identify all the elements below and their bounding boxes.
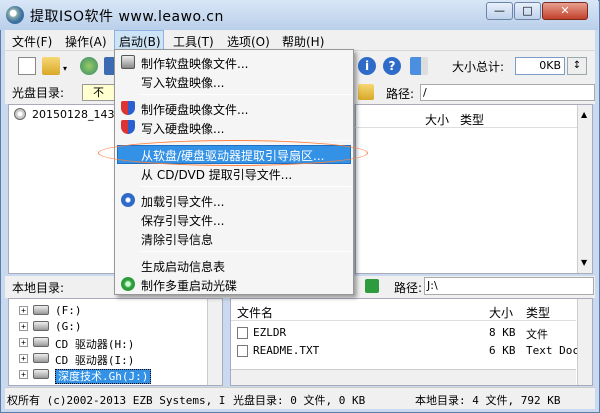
menu-item-write-hdd-image[interactable]: 写入硬盘映像... (141, 120, 224, 137)
menu-item-write-floppy-image[interactable]: 写入软盘映像... (141, 74, 224, 91)
disc-status: 光盘目录: 0 文件, 0 KB (233, 394, 366, 407)
expand-icon[interactable]: + (19, 306, 28, 315)
menu-separator (141, 94, 351, 95)
menu-separator (141, 251, 351, 252)
maximize-button[interactable]: □ (514, 2, 541, 20)
dropdown-arrow-icon[interactable]: ▾ (63, 64, 67, 73)
cd-icon (14, 108, 26, 120)
multiboot-disc-icon (121, 277, 135, 291)
local-path-label: 路径: (394, 281, 423, 295)
local-path-field[interactable]: J:\ (424, 277, 594, 295)
scroll-down-icon[interactable]: ▼ (581, 258, 587, 267)
tree-item[interactable]: + CD 驱动器(H:) (19, 336, 134, 352)
local-tree-scrollbar[interactable] (207, 299, 222, 385)
local-list-vscrollbar[interactable] (577, 299, 592, 385)
total-size-value: 0KB (515, 57, 565, 75)
menu-action[interactable]: 操作(A) (65, 33, 107, 50)
column-size[interactable]: 大小 (489, 304, 513, 321)
expand-icon[interactable]: + (19, 322, 28, 331)
copyright-text: 权所有 (c)2002-2013 EZB Systems, I (7, 394, 226, 407)
floppy-icon (121, 55, 135, 69)
expand-icon[interactable]: + (19, 338, 28, 347)
window-title: 提取ISO软件 www.leawo.cn (30, 9, 224, 25)
menu-item-make-hdd-image[interactable]: 制作硬盘映像文件... (141, 101, 248, 118)
shield-icon (121, 120, 135, 134)
close-button[interactable]: ✕ (542, 2, 588, 20)
local-list-header (231, 299, 576, 321)
scroll-up-icon[interactable]: ▲ (581, 110, 587, 119)
status-bar: 权所有 (c)2002-2013 EZB Systems, I 光盘目录: 0 … (5, 387, 595, 409)
expand-icon[interactable]: + (19, 370, 28, 379)
menu-tools[interactable]: 工具(T) (173, 33, 214, 50)
refresh-icon[interactable] (365, 279, 379, 293)
disc-tree[interactable] (8, 104, 118, 274)
extract-icon[interactable] (80, 57, 98, 75)
file-type: 文件 (526, 328, 548, 341)
menu-file[interactable]: 文件(F) (12, 33, 52, 50)
expand-icon[interactable]: + (19, 354, 28, 363)
text-file-icon (237, 345, 248, 357)
menu-help[interactable]: 帮助(H) (282, 33, 324, 50)
tree-item[interactable]: + (G:) (19, 320, 82, 333)
exit-icon[interactable] (410, 57, 428, 75)
menu-item-load-boot-file[interactable]: 加载引导文件... (141, 193, 224, 210)
disc-tree-item[interactable]: 20150128_1430 (32, 108, 121, 121)
menu-item-clear-boot-info[interactable]: 清除引导信息 (141, 231, 213, 248)
menu-item-save-boot-file[interactable]: 保存引导文件... (141, 212, 224, 229)
column-type[interactable]: 类型 (526, 304, 550, 321)
size-unit-button[interactable]: ↕ (567, 57, 587, 75)
annotation-ellipse (98, 140, 368, 166)
app-disc-icon (6, 6, 24, 24)
disc-type-field[interactable]: 不 (82, 84, 117, 101)
shield-icon (121, 101, 135, 115)
disc-path-label: 路径: (386, 87, 415, 101)
disc-path-field[interactable]: / (420, 84, 595, 101)
cd-drive-icon (33, 353, 49, 363)
file-size: 6 KB (489, 344, 516, 357)
menu-item-make-multiboot-disc[interactable]: 制作多重启动光碟 (141, 277, 237, 294)
file-name[interactable]: README.TXT (253, 344, 319, 357)
file-icon (237, 327, 248, 339)
file-type: Text Doc (526, 344, 579, 357)
disc-list-scrollbar[interactable] (577, 105, 592, 273)
file-name[interactable]: EZLDR (253, 326, 286, 339)
drive-icon (33, 321, 49, 331)
info-icon[interactable]: i (358, 57, 376, 75)
local-tree[interactable]: + (F:) + (G:) + CD 驱动器(H:) + CD 驱动器(I:) + 深度技… (8, 298, 223, 386)
drive-icon (33, 305, 49, 315)
total-size-label: 大小总计: (452, 60, 505, 74)
gear-icon (121, 193, 135, 207)
column-type[interactable]: 类型 (460, 111, 484, 128)
cd-drive-icon (33, 337, 49, 347)
local-directory-label: 本地目录: (12, 281, 65, 295)
menu-item-generate-boot-table[interactable]: 生成启动信息表 (141, 258, 225, 275)
menu-item-extract-cd-boot-file[interactable]: 从 CD/DVD 提取引导文件... (141, 166, 292, 183)
tree-item[interactable]: + (F:) (19, 304, 82, 317)
tree-item-selected[interactable]: + 深度技术.Gh(J:) (19, 368, 152, 384)
disc-folder-icon[interactable] (358, 84, 374, 100)
menu-options[interactable]: 选项(O) (227, 33, 270, 50)
disc-file-list[interactable] (355, 104, 593, 274)
disc-directory-label: 光盘目录: (12, 86, 65, 100)
tree-item[interactable]: + CD 驱动器(I:) (19, 352, 134, 368)
boot-menu-dropdown: 制作软盘映像文件... 写入软盘映像... 制作硬盘映像文件... 写入硬盘映像… (114, 49, 354, 295)
cd-drive-icon (33, 369, 49, 379)
menu-item-make-floppy-image[interactable]: 制作软盘映像文件... (141, 55, 248, 72)
local-list-hscrollbar[interactable] (231, 369, 576, 385)
local-file-list[interactable]: 文件名 大小 类型 EZLDR 8 KB 文件 README.TXT 6 KB … (230, 298, 593, 386)
open-folder-icon[interactable] (42, 57, 60, 75)
local-status: 本地目录: 4 文件, 792 KB (415, 394, 561, 407)
file-size: 8 KB (489, 326, 516, 339)
menu-separator (141, 186, 351, 187)
new-file-icon[interactable] (18, 57, 36, 75)
column-filename[interactable]: 文件名 (237, 304, 273, 321)
minimize-button[interactable]: — (486, 2, 513, 20)
menu-boot[interactable]: 启动(B) (119, 33, 161, 50)
column-size[interactable]: 大小 (425, 111, 449, 128)
help-icon[interactable]: ? (383, 57, 401, 75)
